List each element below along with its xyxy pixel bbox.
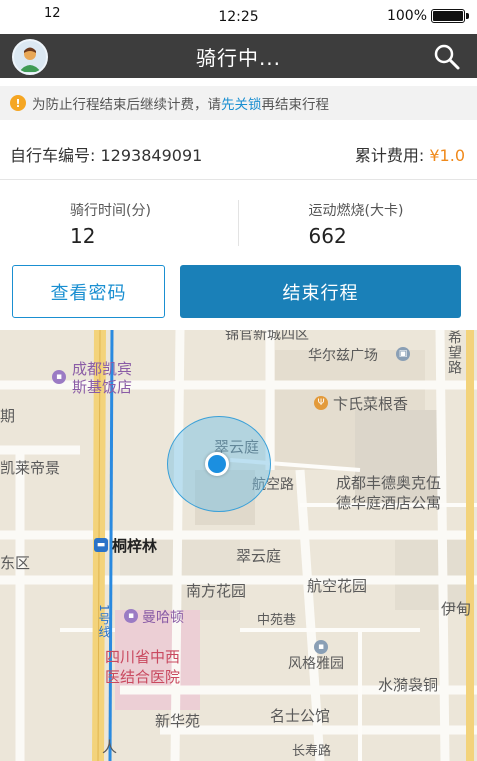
map-label: 新华苑 (155, 712, 201, 730)
map-label: 卞氏菜根香 (333, 395, 409, 413)
hotel-icon: ▪ (52, 370, 66, 384)
avatar[interactable] (12, 39, 48, 75)
metro-station-icon: ▬ (94, 538, 108, 552)
page-title: 骑行中... (195, 45, 282, 70)
bike-number-label: 自行车编号: (10, 145, 96, 165)
residential-poi-icon: ▪ (314, 640, 328, 654)
map-label: 东区 (0, 554, 31, 572)
map-label: 希望路 (446, 330, 462, 375)
bike-number: 自行车编号: 1293849091 (10, 142, 202, 166)
map-label: 水漪袅铜 (378, 676, 439, 694)
notice-prefix: 为防止行程结束后继续计费，请 (32, 97, 221, 113)
map-label: 德华庭酒店公寓 (336, 494, 442, 512)
map-label: 成都丰德奥克伍 (336, 474, 442, 492)
map-label: 期 (0, 407, 16, 425)
map-label: 曼哈顿 (142, 610, 184, 626)
search-icon (434, 44, 460, 70)
map-label: 桐梓林 (112, 537, 158, 555)
stat-label: 骑行时间(分) (70, 203, 151, 219)
plaza-poi-icon: ▣ (396, 347, 410, 361)
building-poi-icon: ▪ (124, 609, 138, 623)
restaurant-icon: Ψ (314, 396, 328, 410)
map-label: 医结合医院 (105, 668, 181, 686)
cost-value: ¥1.0 (429, 145, 465, 165)
metro-line-label: 1号线 (97, 604, 111, 639)
status-right: 100% (386, 8, 469, 24)
view-password-button[interactable]: 查看密码 (12, 265, 165, 318)
map-label: 名士公馆 (270, 707, 331, 725)
map-label: 南方花园 (186, 582, 247, 600)
stat-label: 运动燃烧(大卡) (308, 203, 404, 219)
map-label: 斯基饭店 (72, 378, 133, 396)
stat-ride-time: 骑行时间(分) 12 (0, 190, 239, 254)
stat-value: 12 (70, 224, 96, 248)
user-avatar-icon (19, 47, 41, 72)
notice-lock-link[interactable]: 先关锁 (221, 93, 262, 113)
map-label: 锦官新城四区 (225, 330, 309, 343)
status-bar: 12 12:25 100% (0, 0, 477, 34)
nav-bar: 骑行中... (0, 34, 477, 78)
warning-icon: ! (10, 95, 26, 111)
stat-value: 662 (308, 224, 347, 248)
lock-notice: ! 为防止行程结束后继续计费，请 先关锁 再结束行程 (0, 86, 477, 120)
map-label: 四川省中西 (105, 648, 181, 666)
battery-percent: 100% (386, 8, 427, 24)
map-label: 长寿路 (292, 744, 332, 759)
map-label: 中苑巷 (257, 613, 297, 628)
cost-label: 累计费用: (354, 145, 425, 165)
map-label: 翠云庭 (236, 547, 282, 565)
map-label: 人 (102, 738, 118, 756)
ride-stats: 骑行时间(分) 12 运动燃烧(大卡) 662 (0, 190, 477, 254)
map-label: 航空花园 (307, 577, 368, 595)
battery-icon (431, 9, 469, 23)
map-label: 伊甸 (441, 600, 472, 618)
map-label: 华尔兹广场 (308, 348, 378, 364)
accumulated-cost: 累计费用: ¥1.0 (355, 142, 465, 166)
map-label: 凯莱帝景 (0, 459, 61, 477)
end-trip-button[interactable]: 结束行程 (180, 265, 461, 318)
map-view[interactable]: 锦官新城四区 华尔兹广场 ▣ 希望路 ▪ 成都凯宾 斯基饭店 Ψ 卞氏菜根香 期… (0, 330, 477, 761)
notice-suffix: 再结束行程 (261, 97, 330, 113)
current-location-icon[interactable] (205, 452, 229, 476)
bike-number-value: 1293849091 (100, 145, 203, 165)
bike-info-row: 自行车编号: 1293849091 累计费用: ¥1.0 (0, 128, 477, 180)
map-label: 风格雅园 (288, 656, 344, 672)
search-button[interactable] (433, 43, 461, 71)
stat-calories: 运动燃烧(大卡) 662 (239, 190, 477, 254)
